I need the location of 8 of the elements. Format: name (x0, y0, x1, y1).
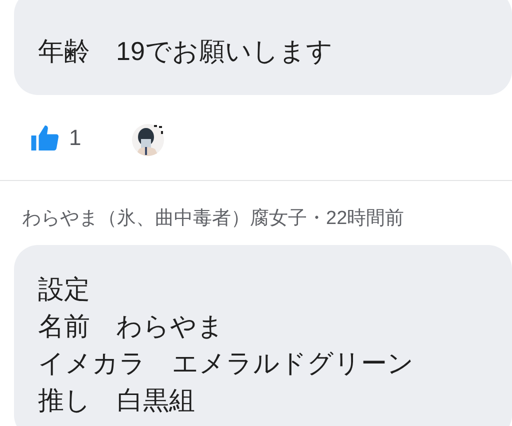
comment-text: 推し 白黒組 (38, 384, 196, 417)
comment-text: 設定 (38, 273, 91, 306)
comment-text: イメカラ エメラルドグリーン (38, 347, 415, 380)
like-button[interactable]: 1 (30, 121, 82, 154)
comment-text: 名前 わらやま (38, 310, 225, 343)
thumbs-up-icon (30, 122, 60, 152)
comment-text: 年齢 19でお願いします (38, 35, 334, 68)
post-meta: わらやま（氷、曲中毒者）腐女子・22時間前 (21, 207, 406, 231)
